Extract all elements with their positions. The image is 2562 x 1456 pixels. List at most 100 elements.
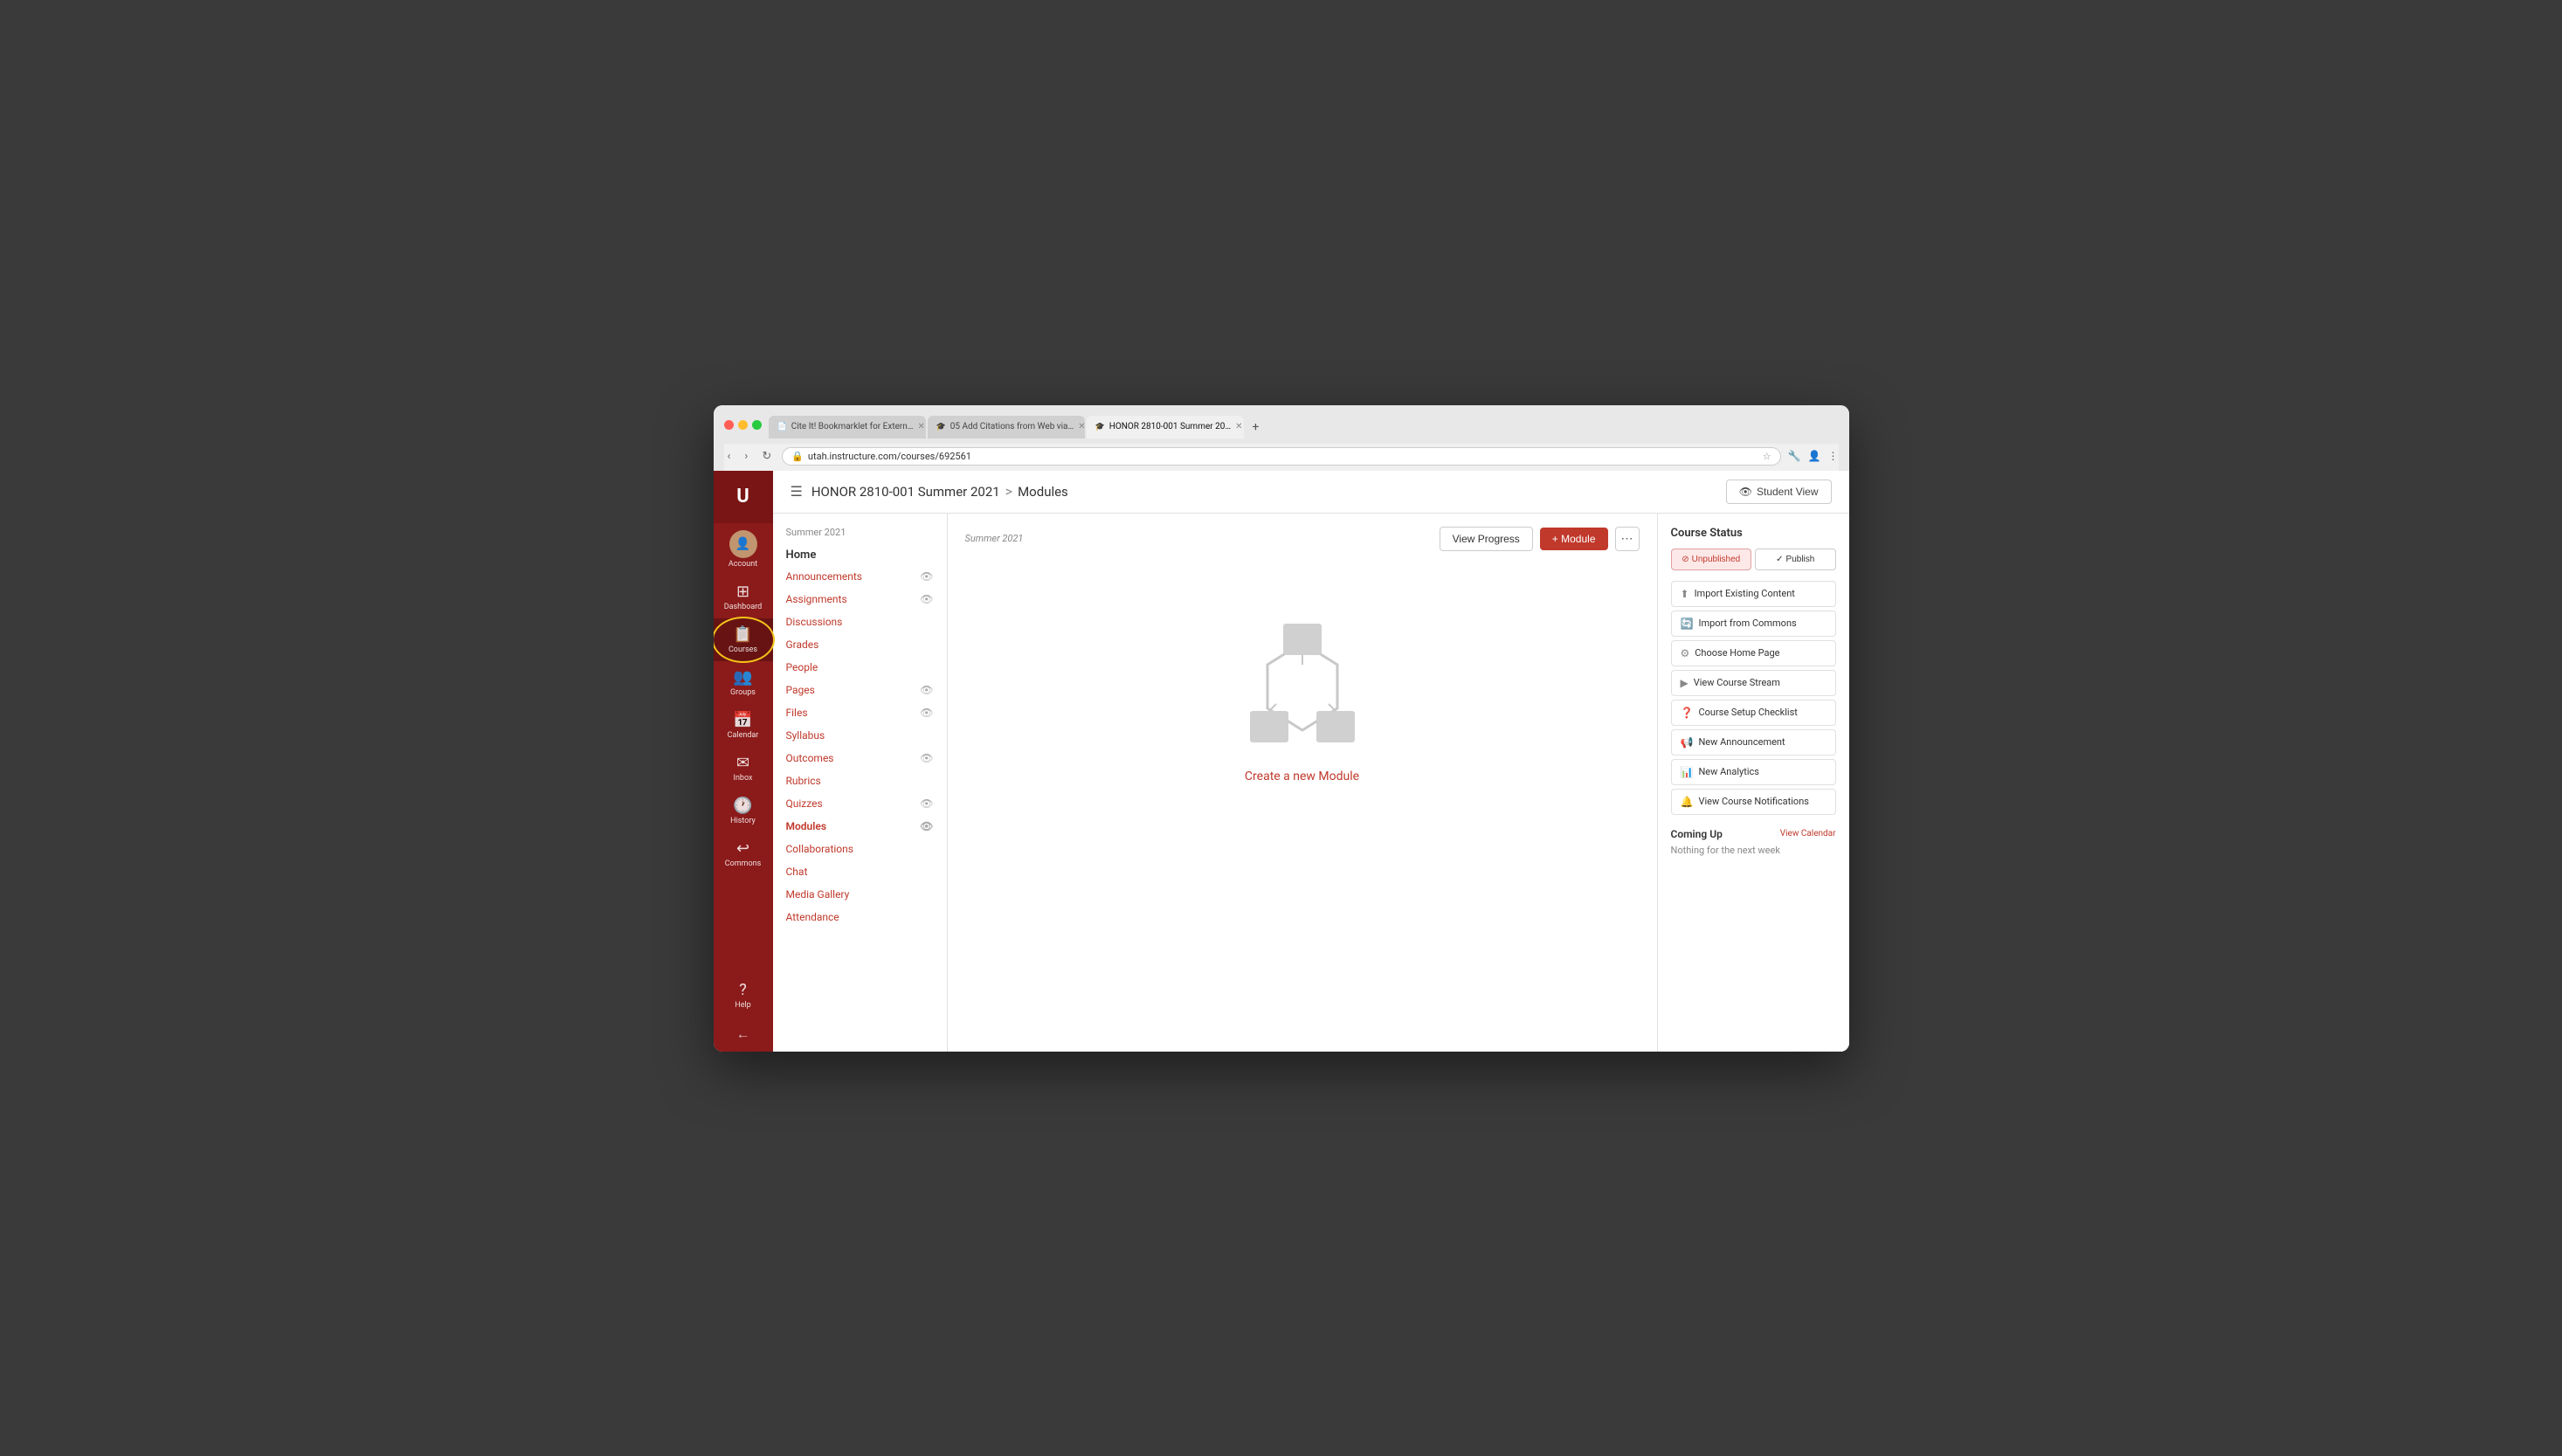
add-module-button[interactable]: + Module bbox=[1540, 528, 1608, 550]
import-existing-content-link[interactable]: ⬆ Import Existing Content bbox=[1671, 581, 1836, 607]
choose-home-page-link[interactable]: ⚙ Choose Home Page bbox=[1671, 640, 1836, 666]
tab-2-close[interactable]: ✕ bbox=[1235, 422, 1242, 431]
refresh-button[interactable]: ↻ bbox=[758, 448, 775, 465]
nav-item-people[interactable]: People bbox=[773, 656, 947, 679]
course-setup-checklist-link[interactable]: ❓ Course Setup Checklist bbox=[1671, 700, 1836, 726]
extensions-icon[interactable]: 🔧 bbox=[1788, 450, 1801, 462]
profile-icon[interactable]: 👤 bbox=[1808, 450, 1821, 462]
import-existing-label: Import Existing Content bbox=[1695, 588, 1795, 599]
sidebar-item-calendar[interactable]: 📅 Calendar bbox=[714, 704, 773, 747]
nav-item-outcomes[interactable]: Outcomes 👁 bbox=[773, 747, 947, 769]
tab-1[interactable]: 🎓 05 Add Citations from Web via… ✕ bbox=[928, 416, 1085, 438]
sidebar-item-inbox[interactable]: ✉ Inbox bbox=[714, 747, 773, 790]
module-actions: View Progress + Module ⋯ bbox=[1440, 527, 1640, 551]
nav-item-media-gallery[interactable]: Media Gallery bbox=[773, 883, 947, 906]
star-icon[interactable]: ☆ bbox=[1763, 451, 1771, 462]
sidebar-item-commons[interactable]: ↩ Commons bbox=[714, 832, 773, 875]
publish-button[interactable]: ✓ Publish bbox=[1755, 549, 1836, 570]
sidebar-item-history[interactable]: 🕐 History bbox=[714, 790, 773, 832]
choose-home-icon: ⚙ bbox=[1681, 647, 1690, 659]
course-stream-icon: ▶ bbox=[1681, 677, 1688, 689]
address-bar[interactable]: 🔒 utah.instructure.com/courses/692561 ☆ bbox=[782, 447, 1780, 466]
view-course-notifications-link[interactable]: 🔔 View Course Notifications bbox=[1671, 789, 1836, 815]
sidebar-item-courses[interactable]: ➜ 📋 Courses bbox=[714, 618, 773, 661]
new-analytics-link[interactable]: 📊 New Analytics bbox=[1671, 759, 1836, 785]
tab-0-close[interactable]: ✕ bbox=[918, 422, 925, 431]
tab-1-favicon: 🎓 bbox=[936, 423, 946, 431]
student-view-icon: 👁 bbox=[1739, 486, 1752, 498]
menu-icon[interactable]: ⋮ bbox=[1828, 450, 1839, 462]
tab-1-close[interactable]: ✕ bbox=[1078, 422, 1084, 431]
nav-item-assignments[interactable]: Assignments 👁 bbox=[773, 588, 947, 611]
nav-item-quizzes[interactable]: Quizzes 👁 bbox=[773, 792, 947, 815]
forward-button[interactable]: › bbox=[741, 448, 751, 465]
nav-item-syllabus[interactable]: Syllabus bbox=[773, 724, 947, 747]
create-module-link[interactable]: Create a new Module bbox=[1245, 769, 1359, 783]
unpublished-icon: ⊘ bbox=[1682, 555, 1688, 564]
home-nav-item[interactable]: Home bbox=[773, 545, 947, 565]
eye-icon-announcements: 👁 bbox=[920, 570, 933, 583]
sidebar-logo[interactable]: U bbox=[714, 471, 773, 523]
eye-icon-outcomes: 👁 bbox=[920, 752, 933, 764]
nav-item-modules[interactable]: Modules 👁 bbox=[773, 815, 947, 838]
student-view-button[interactable]: 👁 Student View bbox=[1726, 480, 1832, 504]
sidebar-collapse-button[interactable]: ← bbox=[714, 1017, 773, 1052]
nav-item-chat[interactable]: Chat bbox=[773, 860, 947, 883]
unpublished-button[interactable]: ⊘ Unpublished bbox=[1671, 549, 1752, 570]
import-existing-icon: ⬆ bbox=[1681, 588, 1689, 600]
tab-0-favicon: 📄 bbox=[777, 423, 787, 431]
breadcrumb-course-link[interactable]: HONOR 2810-001 Summer 2021 bbox=[811, 484, 1000, 500]
import-commons-icon: 🔄 bbox=[1681, 618, 1694, 630]
sidebar-item-help[interactable]: ? Help bbox=[714, 974, 773, 1017]
nav-item-announcements[interactable]: Announcements 👁 bbox=[773, 565, 947, 588]
view-calendar-link[interactable]: View Calendar bbox=[1780, 829, 1836, 838]
close-button[interactable] bbox=[724, 420, 734, 430]
publish-label: Publish bbox=[1786, 555, 1815, 564]
nav-item-discussions[interactable]: Discussions bbox=[773, 611, 947, 633]
tab-0-label: Cite It! Bookmarklet for Extern… bbox=[791, 422, 914, 431]
address-text: utah.instructure.com/courses/692561 bbox=[808, 451, 971, 462]
analytics-icon: 📊 bbox=[1681, 766, 1694, 778]
sidebar-item-inbox-label: Inbox bbox=[734, 774, 753, 783]
nav-item-rubrics[interactable]: Rubrics bbox=[773, 769, 947, 792]
help-icon: ? bbox=[739, 981, 747, 999]
tab-bar: 📄 Cite It! Bookmarklet for Extern… ✕ 🎓 0… bbox=[769, 416, 1267, 438]
view-course-stream-link[interactable]: ▶ View Course Stream bbox=[1671, 670, 1836, 696]
tab-2[interactable]: 🎓 HONOR 2810-001 Summer 20… ✕ bbox=[1087, 416, 1244, 438]
new-announcement-link[interactable]: 📢 New Announcement bbox=[1671, 729, 1836, 756]
view-progress-button[interactable]: View Progress bbox=[1440, 527, 1533, 551]
hamburger-menu-icon[interactable]: ☰ bbox=[791, 483, 803, 500]
coming-up-title: Coming Up bbox=[1671, 828, 1723, 840]
maximize-button[interactable] bbox=[752, 420, 762, 430]
sidebar-item-account[interactable]: 👤 Account bbox=[714, 523, 773, 576]
sidebar-item-groups-label: Groups bbox=[730, 688, 756, 697]
right-sidebar: Course Status ⊘ Unpublished ✓ Publish ⬆ bbox=[1657, 514, 1849, 1052]
coming-up-section: Coming Up View Calendar Nothing for the … bbox=[1671, 828, 1836, 856]
left-nav: Summer 2021 Home Announcements 👁 Assignm… bbox=[773, 514, 948, 1052]
module-more-button[interactable]: ⋯ bbox=[1615, 527, 1640, 551]
import-from-commons-link[interactable]: 🔄 Import from Commons bbox=[1671, 611, 1836, 637]
breadcrumb-separator: > bbox=[1005, 483, 1012, 500]
dashboard-icon: ⊞ bbox=[736, 583, 749, 601]
nav-item-collaborations[interactable]: Collaborations bbox=[773, 838, 947, 860]
module-illustration bbox=[1233, 617, 1372, 756]
checklist-label: Course Setup Checklist bbox=[1698, 707, 1797, 718]
sidebar-item-groups[interactable]: 👥 Groups bbox=[714, 661, 773, 704]
sidebar-item-account-label: Account bbox=[729, 560, 757, 569]
nav-item-files[interactable]: Files 👁 bbox=[773, 701, 947, 724]
address-bar-row: ‹ › ↻ 🔒 utah.instructure.com/courses/692… bbox=[724, 444, 1839, 471]
notifications-icon: 🔔 bbox=[1681, 796, 1694, 808]
nav-item-pages[interactable]: Pages 👁 bbox=[773, 679, 947, 701]
groups-icon: 👥 bbox=[733, 668, 752, 687]
tab-0[interactable]: 📄 Cite It! Bookmarklet for Extern… ✕ bbox=[769, 416, 926, 438]
sidebar-item-courses-label: Courses bbox=[729, 645, 757, 654]
breadcrumb-current-page: Modules bbox=[1018, 484, 1068, 500]
sidebar-item-dashboard[interactable]: ⊞ Dashboard bbox=[714, 576, 773, 618]
student-view-label: Student View bbox=[1757, 486, 1819, 498]
nav-item-grades[interactable]: Grades bbox=[773, 633, 947, 656]
new-tab-button[interactable]: + bbox=[1246, 416, 1267, 438]
announcement-label: New Announcement bbox=[1698, 736, 1785, 748]
back-button[interactable]: ‹ bbox=[724, 448, 735, 465]
minimize-button[interactable] bbox=[738, 420, 748, 430]
nav-item-attendance[interactable]: Attendance bbox=[773, 906, 947, 928]
